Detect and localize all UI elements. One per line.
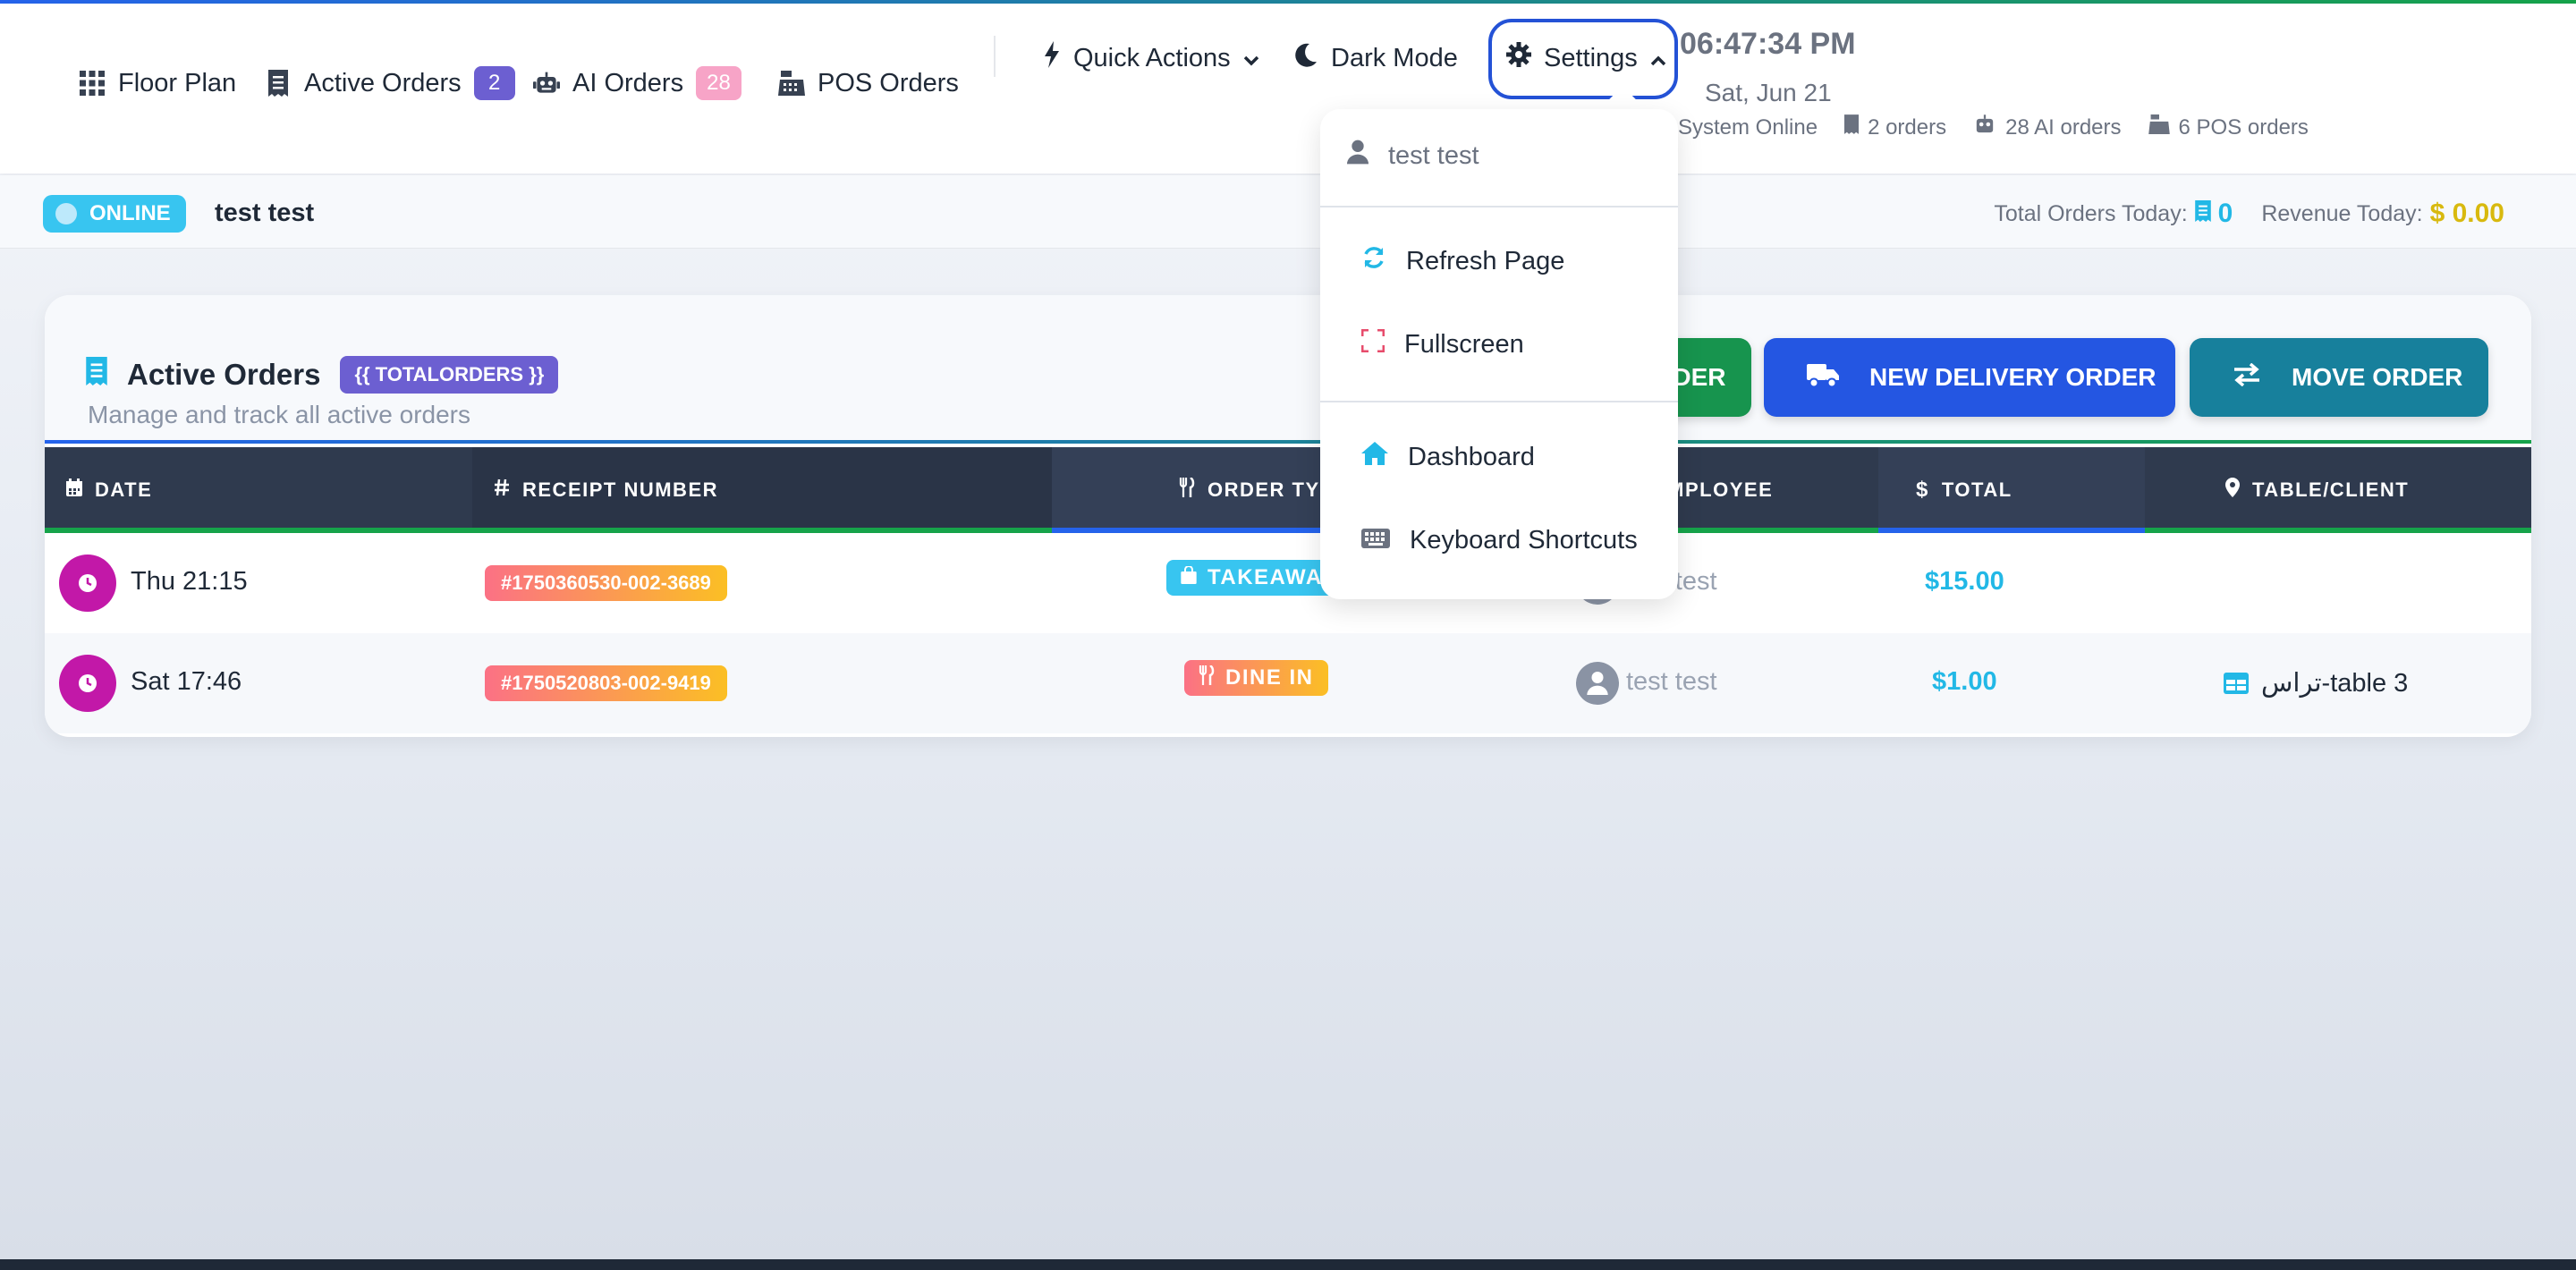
online-status-badge: ONLINE (43, 195, 186, 233)
revenue-label: Revenue Today: (2261, 200, 2423, 226)
column-header-table-client[interactable]: TABLE/CLIENT (2225, 447, 2409, 533)
current-user-name: test test (215, 199, 315, 227)
employee-name: test test (1626, 667, 1717, 696)
nav-floor-plan-label: Floor Plan (118, 68, 237, 97)
clock-time: 06:47:34 PM (1680, 27, 1856, 61)
bag-icon (1181, 565, 1197, 590)
chevron-up-icon (1650, 44, 1666, 73)
quick-actions-button[interactable]: Quick Actions (1043, 36, 1259, 80)
clock-icon (59, 655, 116, 712)
refresh-icon (1361, 245, 1386, 277)
total-orders-badge: {{ TOTALORDERS }} (340, 356, 559, 394)
receipt-icon (1844, 114, 1860, 140)
bottom-edge (0, 1259, 2576, 1270)
order-type-badge: DINE IN (1184, 660, 1328, 696)
total-orders-value: 0 (2217, 199, 2233, 228)
active-orders-count-badge: 2 (473, 66, 515, 100)
quick-actions-label: Quick Actions (1073, 43, 1231, 72)
dropdown-user: test test (1347, 140, 1479, 172)
settings-dropdown-menu: test test Refresh Page Fullscreen Dashbo… (1320, 109, 1678, 599)
receipt-number-badge[interactable]: #1750360530-002-3689 (485, 565, 727, 601)
fullscreen-item[interactable]: Fullscreen (1360, 328, 1524, 360)
truck-icon (1807, 362, 1839, 394)
table-row[interactable]: Thu 21:15 #1750360530-002-3689 TAKEAWAY … (45, 533, 2531, 633)
receipt-icon (86, 357, 107, 393)
home-icon (1361, 442, 1388, 472)
card-title: Active Orders (127, 358, 321, 391)
grid-icon (79, 70, 106, 97)
receipt-icon (265, 70, 292, 97)
pos-orders-status: 6 POS orders (2148, 114, 2309, 140)
table-icon (2224, 673, 2249, 698)
order-total: $15.00 (1925, 567, 2004, 596)
card-subtitle: Manage and track all active orders (88, 401, 470, 428)
keyboard-icon (1361, 526, 1390, 555)
nav-pos-orders-label: POS Orders (818, 68, 959, 97)
orders-table-header: DATE RECEIPT NUMBER ORDER TYPE EMPLOYEE … (45, 447, 2531, 533)
settings-label: Settings (1544, 43, 1638, 72)
dark-mode-label: Dark Mode (1331, 43, 1458, 72)
dropdown-divider (1320, 401, 1678, 402)
nav-ai-orders[interactable]: AI Orders 28 (533, 61, 741, 106)
avatar (1576, 662, 1619, 705)
robot-icon (1973, 114, 1996, 140)
moon-icon (1293, 42, 1318, 74)
new-delivery-order-button[interactable]: NEW DELIVERY ORDER (1764, 338, 2175, 417)
utensils-icon (1199, 664, 1215, 691)
order-date: Thu 21:15 (131, 567, 248, 596)
nav-active-orders[interactable]: Active Orders 2 (265, 61, 515, 106)
nav-divider (994, 36, 996, 77)
active-orders-card: Active Orders {{ TOTALORDERS }} Manage a… (45, 295, 2531, 737)
robot-icon (533, 70, 560, 97)
daily-totals: Total Orders Today: 0 Revenue Today: $ 0… (1994, 199, 2504, 229)
nav-active-orders-label: Active Orders (304, 68, 462, 97)
gear-icon (1506, 42, 1531, 74)
column-header-receipt[interactable]: RECEIPT NUMBER (494, 447, 718, 533)
receipt-icon (2194, 199, 2211, 228)
refresh-page-item[interactable]: Refresh Page (1361, 245, 1564, 277)
cash-register-icon (778, 70, 805, 97)
hash-icon (494, 478, 510, 502)
keyboard-shortcuts-item[interactable]: Keyboard Shortcuts (1361, 526, 1638, 555)
order-total: $1.00 (1932, 667, 1997, 696)
column-header-total[interactable]: $ TOTAL (1916, 447, 2012, 533)
revenue-value: $ 0.00 (2429, 199, 2504, 228)
dollar-icon: $ (1916, 478, 1929, 502)
column-header-date[interactable]: DATE (66, 447, 152, 533)
swap-arrows-icon (2233, 362, 2261, 393)
ai-orders-status: 28 AI orders (1973, 114, 2122, 140)
card-header-accent-line (45, 440, 2531, 444)
user-icon (1347, 140, 1368, 172)
cash-register-icon (2148, 114, 2170, 140)
receipt-number-badge[interactable]: #1750520803-002-9419 (485, 665, 727, 701)
dashboard-item[interactable]: Dashboard (1361, 442, 1535, 472)
settings-button[interactable]: Settings (1506, 36, 1666, 80)
map-pin-icon (2225, 478, 2240, 503)
clock-icon (59, 555, 116, 612)
online-dot-icon (55, 203, 77, 224)
bolt-icon (1043, 41, 1061, 75)
table-row[interactable]: Sat 17:46 #1750520803-002-9419 DINE IN t… (45, 633, 2531, 733)
system-status-row: System Online 2 orders 28 AI orders 6 PO… (1678, 114, 2309, 140)
system-online-status: System Online (1678, 114, 1818, 140)
nav-ai-orders-label: AI Orders (572, 68, 684, 97)
calendar-icon (66, 478, 82, 502)
dropdown-divider (1320, 206, 1678, 207)
chevron-down-icon (1243, 44, 1259, 73)
ai-orders-count-badge: 28 (696, 66, 741, 100)
nav-floor-plan[interactable]: Floor Plan (79, 61, 236, 106)
expand-icon (1360, 328, 1385, 360)
dark-mode-toggle[interactable]: Dark Mode (1293, 36, 1458, 80)
card-header: Active Orders {{ TOTALORDERS }} Manage a… (45, 295, 2531, 442)
move-order-button[interactable]: MOVE ORDER (2190, 338, 2488, 417)
clock-date: Sat, Jun 21 (1705, 79, 1832, 106)
total-orders-label: Total Orders Today: (1994, 200, 2188, 226)
order-date: Sat 17:46 (131, 667, 242, 696)
table-client: تراس-table 3 (2261, 669, 2409, 698)
orders-status: 2 orders (1844, 114, 1946, 140)
utensils-icon (1179, 477, 1195, 503)
nav-pos-orders[interactable]: POS Orders (778, 61, 959, 106)
